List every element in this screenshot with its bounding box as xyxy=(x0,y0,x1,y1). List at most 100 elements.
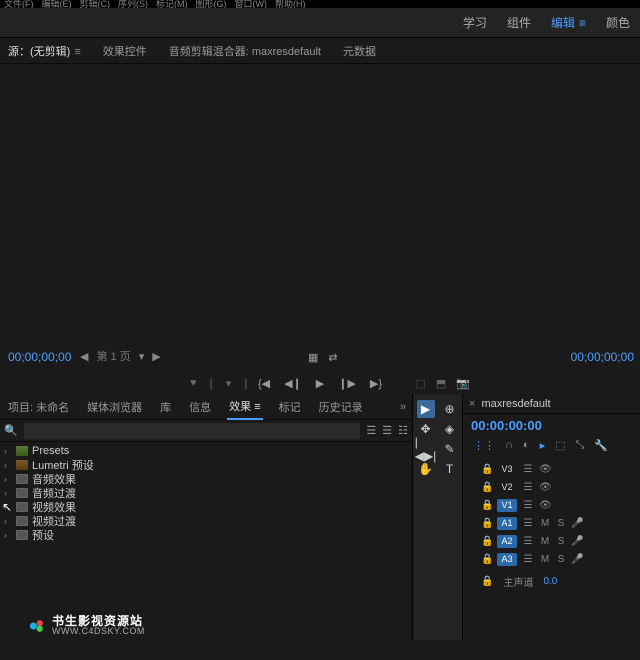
lock-icon[interactable]: 🔒 xyxy=(481,518,493,529)
fx-badge-3-icon[interactable]: ☷ xyxy=(398,424,408,437)
pen-tool-icon[interactable]: ✎ xyxy=(441,440,459,458)
go-to-in-icon[interactable]: {◀ xyxy=(258,377,270,390)
tab-info[interactable]: 信息 xyxy=(187,395,213,419)
track-label[interactable]: A3 xyxy=(497,553,517,566)
menu-file[interactable]: 文件(F) xyxy=(4,0,34,8)
eye-icon[interactable]: 👁 xyxy=(539,464,551,475)
pager-dropdown-icon[interactable]: ▾ xyxy=(139,350,145,363)
track-toggle-icon[interactable]: ☰ xyxy=(521,464,535,475)
track-v3[interactable]: 🔒 V3 ☰ 👁 xyxy=(463,460,640,478)
mute-button[interactable]: M xyxy=(539,554,551,565)
track-label[interactable]: V3 xyxy=(497,463,517,476)
workspace-assembly[interactable]: 组件 xyxy=(507,14,531,31)
workspace-editing[interactable]: 编辑≡ xyxy=(551,14,586,31)
track-label[interactable]: V2 xyxy=(497,481,517,494)
tree-presets[interactable]: ›Presets xyxy=(0,444,412,458)
marker-icon[interactable]: ◐ xyxy=(523,439,530,452)
mic-icon[interactable]: 🎤 xyxy=(571,518,583,529)
tab-source[interactable]: 源：(无剪辑)≡ xyxy=(6,39,83,63)
tree-lumetri[interactable]: ›Lumetri 预设 xyxy=(0,458,412,472)
insert-icon[interactable]: ⬚ xyxy=(555,439,565,452)
tree-video-effects[interactable]: ›视频效果 xyxy=(0,500,412,514)
hand-tool-icon[interactable]: ✋ xyxy=(417,460,435,478)
fx-badge-1-icon[interactable]: ☰ xyxy=(366,424,376,437)
workspace-color[interactable]: 颜色 xyxy=(606,14,630,31)
solo-button[interactable]: S xyxy=(555,554,567,565)
panel-menu-icon[interactable]: ≡ xyxy=(254,401,260,413)
eye-icon[interactable]: 👁 xyxy=(539,500,551,511)
tab-project[interactable]: 项目: 未命名 xyxy=(6,395,71,419)
lock-icon[interactable]: 🔒 xyxy=(481,500,493,511)
lock-icon[interactable]: 🔒 xyxy=(481,482,493,493)
tab-markers[interactable]: 标记 xyxy=(277,395,303,419)
track-toggle-icon[interactable]: ☰ xyxy=(521,482,535,493)
track-label[interactable]: V1 xyxy=(497,499,517,512)
sequence-tab[interactable]: maxresdefault xyxy=(481,398,550,410)
timeline-timecode[interactable]: 00:00:00:00 xyxy=(463,414,640,437)
menu-sequence[interactable]: 序列(S) xyxy=(118,0,148,8)
tab-effect-controls[interactable]: 效果控件 xyxy=(101,39,149,63)
pager-prev-icon[interactable]: ◀ xyxy=(80,350,88,363)
master-track[interactable]: 🔒 主声道 0.0 xyxy=(463,570,640,593)
panel-menu-icon[interactable]: ≡ xyxy=(74,46,80,58)
workspace-learn[interactable]: 学习 xyxy=(463,14,487,31)
pager-next-icon[interactable]: ▶ xyxy=(152,350,160,363)
solo-button[interactable]: S xyxy=(555,536,567,547)
menu-graphics[interactable]: 图形(G) xyxy=(196,0,227,8)
eye-icon[interactable]: 👁 xyxy=(539,482,551,493)
track-a2[interactable]: 🔒 A2 ☰ MS 🎤 xyxy=(463,532,640,550)
snap-icon[interactable]: ⋮⋮ xyxy=(473,439,495,452)
swap-icon[interactable]: ⇄ xyxy=(328,351,337,364)
track-toggle-icon[interactable]: ☰ xyxy=(521,536,535,547)
track-v2[interactable]: 🔒 V2 ☰ 👁 xyxy=(463,478,640,496)
track-a3[interactable]: 🔒 A3 ☰ MS 🎤 xyxy=(463,550,640,568)
mute-button[interactable]: M xyxy=(539,518,551,529)
lock-icon[interactable]: 🔒 xyxy=(481,464,493,475)
slip-tool-icon[interactable]: |◀▶| xyxy=(417,440,435,458)
close-icon[interactable]: × xyxy=(469,398,475,410)
type-tool-icon[interactable]: T xyxy=(441,460,459,478)
fx-badge-2-icon[interactable]: ☰ xyxy=(382,424,392,437)
insert-icon[interactable]: ⬚ xyxy=(415,377,425,390)
tabs-overflow-icon[interactable]: » xyxy=(400,401,406,413)
razor-tool-icon[interactable]: ◈ xyxy=(441,420,459,438)
track-toggle-icon[interactable]: ☰ xyxy=(521,554,535,565)
source-timecode-in[interactable]: 00;00;00;00 xyxy=(8,350,71,364)
track-v1[interactable]: 🔒 V1 ☰ 👁 xyxy=(463,496,640,514)
solo-button[interactable]: S xyxy=(555,518,567,529)
lock-icon[interactable]: 🔒 xyxy=(481,536,493,547)
track-a1[interactable]: 🔒A1☰MS🎤 xyxy=(463,514,640,532)
tree-audio-effects[interactable]: ›音频效果 xyxy=(0,472,412,486)
tab-media-browser[interactable]: 媒体浏览器 xyxy=(85,395,144,419)
grid-view-icon[interactable]: ▦ xyxy=(308,351,318,364)
mic-icon[interactable]: 🎤 xyxy=(571,536,583,547)
track-select-tool-icon[interactable]: ⊕ xyxy=(441,400,459,418)
tab-libraries[interactable]: 库 xyxy=(158,395,173,419)
export-frame-icon[interactable]: 📷 xyxy=(456,377,470,390)
menu-edit[interactable]: 编辑(E) xyxy=(42,0,72,8)
tree-video-transitions[interactable]: ›视频过渡 xyxy=(0,514,412,528)
mute-button[interactable]: M xyxy=(539,536,551,547)
go-to-out-icon[interactable]: ▶} xyxy=(370,377,382,390)
tab-audio-clip-mixer[interactable]: 音频剪辑混合器: maxresdefault xyxy=(167,39,323,63)
track-toggle-icon[interactable]: ☰ xyxy=(521,500,535,511)
play-icon[interactable]: ▶ xyxy=(316,377,324,390)
source-timecode-out[interactable]: 00;00;00;00 xyxy=(571,350,634,364)
workspace-menu-icon[interactable]: ≡ xyxy=(579,16,586,30)
tree-audio-transitions[interactable]: ›音频过渡 xyxy=(0,486,412,500)
menu-help[interactable]: 帮助(H) xyxy=(275,0,306,8)
wrench-icon[interactable]: 🔧 xyxy=(594,439,608,452)
mic-icon[interactable]: 🎤 xyxy=(571,554,583,565)
lock-icon[interactable]: 🔒 xyxy=(481,554,493,565)
track-toggle-icon[interactable]: ☰ xyxy=(521,518,535,529)
effects-search-input[interactable] xyxy=(24,423,361,439)
menu-marker[interactable]: 标记(M) xyxy=(156,0,188,8)
linked-selection-icon[interactable]: ∩ xyxy=(505,439,513,452)
lock-icon[interactable]: 🔒 xyxy=(481,576,493,587)
step-back-icon[interactable]: ◀❙ xyxy=(284,377,302,390)
tab-history[interactable]: 历史记录 xyxy=(317,395,365,419)
overwrite-icon[interactable]: ⤡ xyxy=(576,439,585,452)
selection-tool-icon[interactable]: ▶ xyxy=(417,400,435,418)
master-value[interactable]: 0.0 xyxy=(543,576,557,587)
track-label[interactable]: A2 xyxy=(497,535,517,548)
